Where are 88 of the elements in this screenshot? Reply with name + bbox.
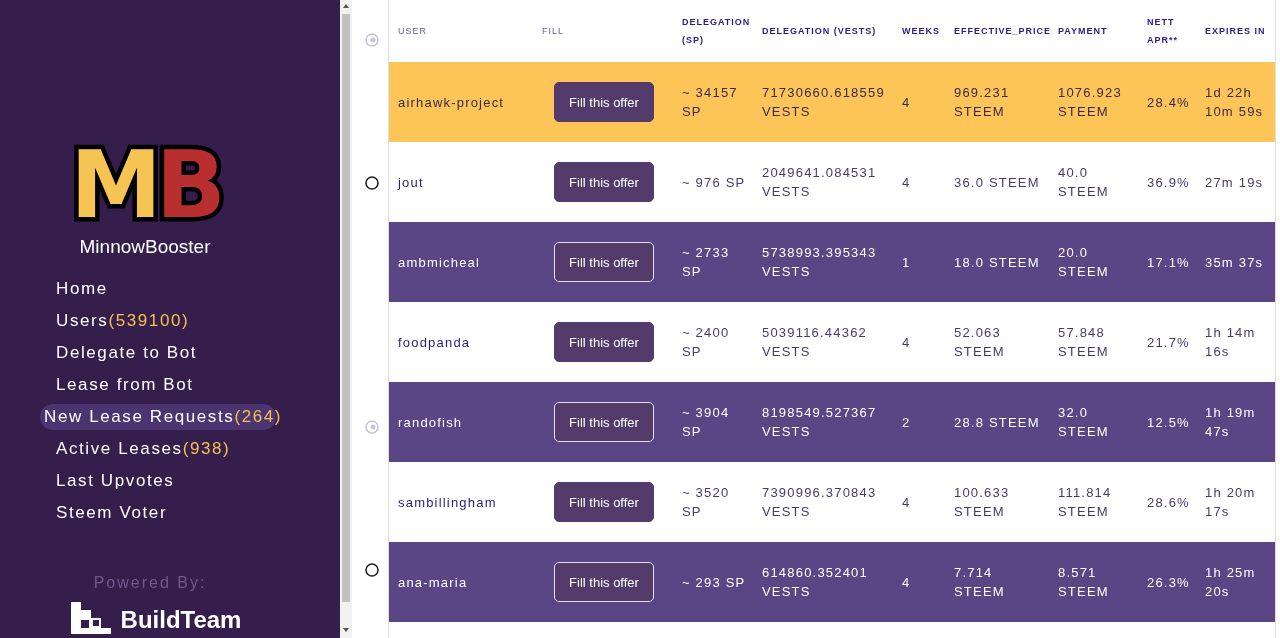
table-cell: ~ 3520 SP: [673, 462, 753, 542]
table-cell: 1: [893, 222, 945, 302]
nav-item[interactable]: Delegate to Bot: [52, 340, 296, 366]
table-cell: 4: [893, 142, 945, 222]
table-cell: 4: [893, 462, 945, 542]
table-cell: 71730660.618559 VESTS: [753, 62, 893, 142]
table-cell: 27m 19s: [1196, 142, 1275, 222]
table-cell: 8.571 STEEM: [1049, 542, 1138, 622]
table-cell: 1h 25m 20s: [1196, 542, 1275, 622]
column-header: PAYMENT: [1049, 0, 1138, 62]
fill-offer-button[interactable]: Fill this offer: [554, 322, 654, 362]
column-header: WEEKS: [893, 0, 945, 62]
table-cell: 2: [893, 382, 945, 462]
column-header: USER: [389, 0, 533, 62]
table-cell: 8198549.527367 VESTS: [753, 382, 893, 462]
fill-offer-button[interactable]: Fill this offer: [554, 82, 654, 122]
nav-item[interactable]: Steem Voter: [52, 500, 296, 526]
table-cell: 5738993.395343 VESTS: [753, 222, 893, 302]
table-cell: ~ 2400 SP: [673, 302, 753, 382]
table-cell: 36.0 STEEM: [945, 142, 1049, 222]
nav-item[interactable]: Active Leases(938): [52, 436, 296, 462]
table-cell: ~ 3904 SP: [673, 382, 753, 462]
fill-offer-button[interactable]: Fill this offer: [554, 162, 654, 202]
fill-offer-button[interactable]: Fill this offer: [554, 242, 654, 282]
table-cell: 4: [893, 542, 945, 622]
user-link[interactable]: ambmicheal: [389, 222, 533, 302]
fill-offer-button[interactable]: Fill this offer: [554, 482, 654, 522]
nav-item[interactable]: Lease from Bot: [52, 372, 296, 398]
user-link[interactable]: airhawk-project: [389, 62, 533, 142]
user-link[interactable]: foodpanda: [389, 302, 533, 382]
table-cell: 35m 37s: [1196, 222, 1275, 302]
column-header: FILL: [533, 0, 673, 62]
table-cell: 4: [893, 62, 945, 142]
table-cell: 28.4%: [1138, 62, 1196, 142]
table-cell: 1h 14m 16s: [1196, 302, 1275, 382]
table-cell: 12.5%: [1138, 382, 1196, 462]
table-cell: ~ 293 SP: [673, 542, 753, 622]
circle-icon: [364, 562, 380, 578]
table-cell: 4: [893, 302, 945, 382]
table-cell: 21.7%: [1138, 302, 1196, 382]
nav-item[interactable]: Home: [52, 276, 296, 302]
table-cell: 5039116.44362 VESTS: [753, 302, 893, 382]
table-cell: 1h 19m 47s: [1196, 382, 1275, 462]
circle-icon: [364, 175, 380, 191]
powered-by-label: Powered By:: [93, 574, 207, 592]
table-cell: ~ 34157 SP: [673, 62, 753, 142]
user-link[interactable]: sambillingham: [389, 462, 533, 542]
brand-name: MinnowBooster: [79, 236, 212, 258]
table-cell: 28.8 STEEM: [945, 382, 1049, 462]
table-cell: 40.0 STEEM: [1049, 142, 1138, 222]
table-cell: 969.231 STEEM: [945, 62, 1049, 142]
nav-item[interactable]: Users(539100): [52, 308, 296, 334]
table-cell: 1h 20m 17s: [1196, 462, 1275, 542]
table-cell: 57.848 STEEM: [1049, 302, 1138, 382]
fill-offer-button[interactable]: Fill this offer: [554, 402, 654, 442]
table-cell: 20.0 STEEM: [1049, 222, 1138, 302]
table-cell: 1d 22h 10m 59s: [1196, 62, 1275, 142]
table-cell: 2049641.084531 VESTS: [753, 142, 893, 222]
table-cell: 7390996.370843 VESTS: [753, 462, 893, 542]
column-header: EXPIRES IN: [1196, 0, 1275, 62]
table-cell: 17.1%: [1138, 222, 1196, 302]
table-cell: 1076.923 STEEM: [1049, 62, 1138, 142]
column-header: DELEGATION (SP): [673, 0, 753, 62]
table-cell: 28.6%: [1138, 462, 1196, 542]
table-cell: 614860.352401 VESTS: [753, 542, 893, 622]
logo: MB: [70, 142, 221, 230]
table-cell: ~ 2733 SP: [673, 222, 753, 302]
table-cell: 18.0 STEEM: [945, 222, 1049, 302]
fill-offer-button[interactable]: Fill this offer: [554, 562, 654, 602]
column-header: NETT APR**: [1138, 0, 1196, 62]
table-cell: ~ 976 SP: [673, 142, 753, 222]
circle-icon: [364, 419, 380, 435]
column-header: EFFECTIVE_PRICE: [945, 0, 1049, 62]
table-cell: 26.3%: [1138, 542, 1196, 622]
column-header: DELEGATION (VESTS): [753, 0, 893, 62]
user-link[interactable]: jout: [389, 142, 533, 222]
user-link[interactable]: randofish: [389, 382, 533, 462]
table-cell: 36.9%: [1138, 142, 1196, 222]
nav-item[interactable]: Last Upvotes: [52, 468, 296, 494]
table-cell: 111.814 STEEM: [1049, 462, 1138, 542]
scrollbar[interactable]: [340, 0, 352, 638]
circle-icon: [364, 32, 380, 48]
table-cell: 32.0 STEEM: [1049, 382, 1138, 462]
table-cell: 100.633 STEEM: [945, 462, 1049, 542]
table-cell: 52.063 STEEM: [945, 302, 1049, 382]
partner-name: BuildTeam: [120, 606, 242, 634]
table-cell: 7.714 STEEM: [945, 542, 1049, 622]
user-link[interactable]: ana-maria: [389, 542, 533, 622]
